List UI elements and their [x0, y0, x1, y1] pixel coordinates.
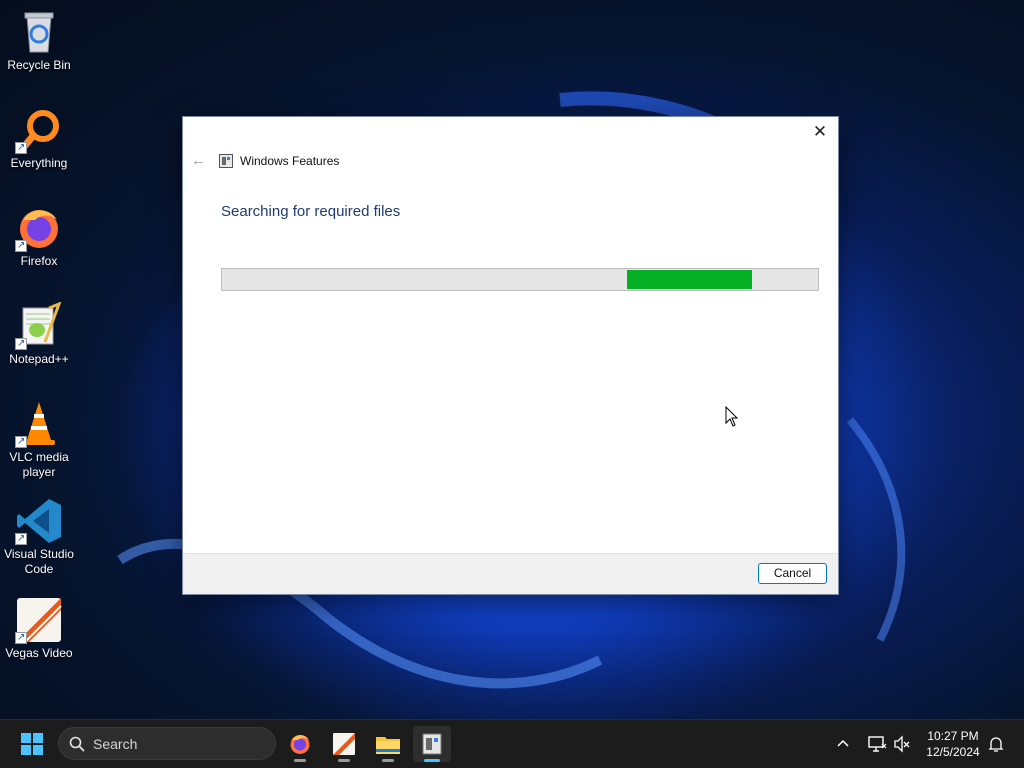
desktop-icon-recycle-bin[interactable]: Recycle Bin [2, 8, 76, 73]
close-button[interactable]: ✕ [808, 121, 832, 143]
desktop-icon-label: Notepad++ [9, 352, 69, 366]
firefox-icon [15, 204, 63, 253]
dialog-footer: Cancel [183, 553, 838, 594]
windows-features-icon [219, 154, 233, 168]
status-heading: Searching for required files [221, 203, 401, 220]
desktop-icon-label: Recycle Bin [7, 58, 71, 72]
desktop-icon-label: Firefox [20, 254, 58, 268]
notepad-plus-plus-icon [15, 301, 63, 351]
back-arrow-icon[interactable]: ← [191, 153, 207, 169]
taskbar: Search 10:27 PM 12/5/2024 [0, 719, 1024, 768]
shortcut-arrow-icon [15, 630, 27, 645]
desktop-icon-firefox[interactable]: Firefox [2, 204, 76, 269]
cancel-button[interactable]: Cancel [758, 563, 827, 584]
desktop-icon-label: Visual Studio Code [4, 547, 74, 576]
progress-bar-fill [627, 270, 753, 289]
shortcut-arrow-icon [15, 238, 27, 253]
desktop-icon-vlc[interactable]: VLC media player [2, 400, 76, 480]
network-icon [868, 736, 887, 752]
dialog-title-bar: ← Windows Features [191, 151, 339, 171]
windows-logo-icon [21, 733, 43, 755]
taskbar-app-vegas-video[interactable] [325, 726, 363, 762]
taskbar-app-firefox[interactable] [281, 726, 319, 762]
vlc-cone-icon [15, 400, 63, 449]
desktop-icon-label: VLC media player [9, 450, 69, 479]
desktop-icon-notepad-plus-plus[interactable]: Notepad++ [2, 301, 76, 367]
taskbar-search-box[interactable]: Search [58, 727, 276, 760]
mouse-pointer-icon [725, 406, 739, 427]
network-tray-button[interactable] [867, 720, 887, 768]
shortcut-arrow-icon [15, 434, 27, 449]
search-placeholder: Search [93, 735, 138, 752]
progress-bar [221, 268, 819, 291]
show-hidden-icons-button[interactable] [835, 720, 851, 768]
windows-features-icon [422, 733, 442, 755]
recycle-bin-icon [15, 8, 63, 56]
desktop-icon-everything[interactable]: Everything [2, 106, 76, 171]
desktop-icon-label: Vegas Video [5, 646, 73, 660]
file-explorer-icon [376, 737, 400, 754]
running-indicator [294, 759, 306, 762]
everything-search-icon [15, 106, 63, 155]
shortcut-arrow-icon [15, 140, 27, 155]
desktop-icon-vegas-video[interactable]: Vegas Video [2, 596, 76, 661]
active-indicator [424, 759, 440, 762]
bell-icon [988, 737, 1004, 752]
dialog-title: Windows Features [240, 154, 340, 168]
shortcut-arrow-icon [15, 336, 27, 351]
volume-muted-icon [894, 735, 910, 753]
running-indicator [338, 759, 350, 762]
start-button[interactable] [13, 726, 51, 762]
windows-features-dialog: ✕ ← Windows Features Searching for requi… [183, 117, 838, 594]
firefox-icon [290, 735, 310, 754]
vegas-video-icon [15, 596, 63, 645]
search-icon [69, 736, 85, 752]
volume-tray-button[interactable] [893, 720, 911, 768]
taskbar-clock[interactable]: 10:27 PM 12/5/2024 [916, 728, 990, 760]
clock-time: 10:27 PM [927, 729, 979, 743]
taskbar-app-file-explorer[interactable] [369, 726, 407, 762]
taskbar-app-windows-features[interactable] [413, 726, 451, 762]
vegas-video-icon [333, 733, 355, 755]
notifications-button[interactable] [988, 720, 1004, 768]
clock-date: 12/5/2024 [926, 745, 980, 759]
vscode-icon [15, 497, 63, 546]
chevron-up-icon [837, 739, 849, 747]
desktop-icon-vscode[interactable]: Visual Studio Code [2, 497, 76, 577]
shortcut-arrow-icon [15, 531, 27, 546]
running-indicator [382, 759, 394, 762]
desktop-icon-label: Everything [10, 156, 68, 170]
